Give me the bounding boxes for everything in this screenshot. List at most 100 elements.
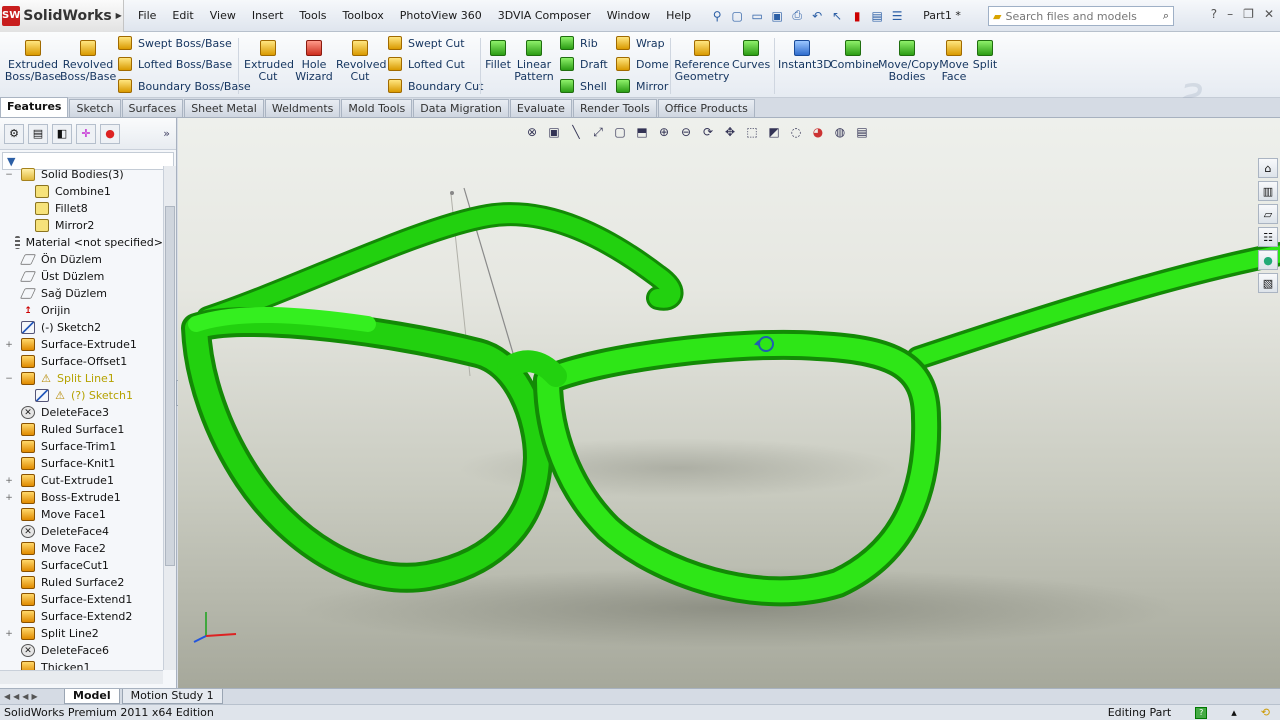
tab-sheet-metal[interactable]: Sheet Metal — [184, 99, 264, 117]
tab-evaluate[interactable]: Evaluate — [509, 99, 572, 117]
tree-item[interactable]: ✕ DeleteFace4 — [0, 523, 163, 540]
tab-motion-study[interactable]: Motion Study 1 — [121, 689, 223, 704]
rotate-icon[interactable]: ⟳ — [699, 124, 717, 140]
tree-item[interactable]: Fillet8 — [0, 200, 163, 217]
boundary-cut-button[interactable]: Boundary Cut — [388, 79, 483, 93]
tree-item[interactable]: Surface-Offset1 — [0, 353, 163, 370]
zoom-to-area-icon[interactable]: ▣ — [545, 124, 563, 140]
tree-item[interactable]: Mirror2 — [0, 217, 163, 234]
tree-item[interactable]: − Solid Bodies(3) — [0, 166, 163, 183]
rebuild-status-icon[interactable]: ⟲ — [1261, 706, 1270, 719]
wrap-button[interactable]: Wrap — [616, 36, 665, 50]
draft-button[interactable]: Draft — [560, 57, 608, 71]
search-box[interactable]: ▰ Search files and models ⌕ — [988, 6, 1174, 26]
view-palette-icon[interactable]: ☷ — [1258, 227, 1278, 247]
tree-item[interactable]: + Split Line2 — [0, 625, 163, 642]
print-icon[interactable]: ⎙ — [789, 8, 805, 24]
extruded-boss-button[interactable]: Extruded Boss/Base — [4, 40, 62, 83]
menu-3dvia[interactable]: 3DVIA Composer — [490, 9, 599, 22]
close-icon[interactable]: ✕ — [1264, 7, 1274, 21]
tree-item[interactable]: Surface-Trim1 — [0, 438, 163, 455]
curves-button[interactable]: Curves — [732, 40, 770, 71]
tab-navigation-arrows[interactable]: ◀◀◀▶ — [4, 692, 64, 701]
menu-toolbox[interactable]: Toolbox — [335, 9, 392, 22]
mirror-button[interactable]: Mirror — [616, 79, 668, 93]
expand-toggle-icon[interactable]: + — [4, 629, 14, 639]
configuration-manager-tab-icon[interactable]: ◧ — [52, 123, 72, 144]
dimxpert-tab-icon[interactable]: ✛ — [76, 123, 96, 144]
display-style-icon[interactable]: ◩ — [765, 124, 783, 140]
revolved-boss-button[interactable]: Revolved Boss/Base — [60, 40, 116, 83]
expand-toggle-icon[interactable]: + — [4, 340, 14, 350]
restore-icon[interactable]: ❐ — [1243, 7, 1254, 21]
tree-item[interactable]: ✕ DeleteFace3 — [0, 404, 163, 421]
tree-horizontal-scrollbar[interactable] — [0, 670, 163, 684]
undo-icon[interactable]: ↶ — [809, 8, 825, 24]
tab-features[interactable]: Features — [0, 97, 69, 117]
pin-icon[interactable]: ⚲ — [709, 8, 725, 24]
home-icon[interactable]: ⌂ — [1258, 158, 1278, 178]
tree-item[interactable]: − ⚠ Split Line1 — [0, 370, 163, 387]
tree-item[interactable]: Move Face1 — [0, 506, 163, 523]
expand-status-icon[interactable]: ▴ — [1231, 706, 1237, 719]
menu-insert[interactable]: Insert — [244, 9, 292, 22]
boundary-boss-button[interactable]: Boundary Boss/Base — [118, 79, 251, 93]
search-input[interactable]: Search files and models — [1005, 10, 1136, 23]
tree-item[interactable]: + Surface-Extrude1 — [0, 336, 163, 353]
instant3d-button[interactable]: Instant3D — [778, 40, 832, 71]
minimize-icon[interactable]: – — [1227, 7, 1233, 21]
expand-toggle-icon[interactable]: + — [4, 493, 14, 503]
tree-item[interactable]: Surface-Extend1 — [0, 591, 163, 608]
options-icon[interactable]: ☰ — [889, 8, 905, 24]
display-manager-tab-icon[interactable]: ● — [100, 123, 120, 144]
pan-icon[interactable]: ✥ — [721, 124, 739, 140]
tree-item[interactable]: Ruled Surface1 — [0, 421, 163, 438]
tab-model[interactable]: Model — [64, 689, 120, 704]
save-icon[interactable]: ▣ — [769, 8, 785, 24]
tree-item[interactable]: ⚠ (?) Sketch1 — [0, 387, 163, 404]
hole-wizard-button[interactable]: Hole Wizard — [292, 40, 336, 83]
expand-toggle-icon[interactable]: − — [4, 170, 14, 180]
reference-geometry-button[interactable]: Reference Geometry — [674, 40, 730, 83]
menu-window[interactable]: Window — [599, 9, 658, 22]
edit-appearance-icon[interactable]: ◕ — [809, 124, 827, 140]
new-document-icon[interactable]: ▢ — [729, 8, 745, 24]
feature-manager-tab-icon[interactable]: ⚙ — [4, 123, 24, 144]
open-folder-icon[interactable]: ▭ — [749, 8, 765, 24]
expand-toggle-icon[interactable]: + — [4, 476, 14, 486]
apply-scene-icon[interactable]: ◍ — [831, 124, 849, 140]
tree-item[interactable]: Move Face2 — [0, 540, 163, 557]
linear-pattern-button[interactable]: Linear Pattern — [514, 40, 554, 83]
select-icon[interactable]: ⤢ — [589, 124, 607, 140]
file-explorer-icon[interactable]: ▱ — [1258, 204, 1278, 224]
tree-item[interactable]: Sağ Düzlem — [0, 285, 163, 302]
tree-item[interactable]: Material <not specified> — [0, 234, 163, 251]
revolved-cut-button[interactable]: Revolved Cut — [336, 40, 386, 83]
rib-button[interactable]: Rib — [560, 36, 598, 50]
tree-item[interactable]: Thicken1 — [0, 659, 163, 670]
combine-button[interactable]: Combine — [830, 40, 879, 71]
zoom-in-icon[interactable]: ⊕ — [655, 124, 673, 140]
tree-item[interactable]: Ön Düzlem — [0, 251, 163, 268]
design-library-icon[interactable]: ▥ — [1258, 181, 1278, 201]
fillet-button[interactable]: Fillet — [484, 40, 512, 71]
shell-button[interactable]: Shell — [560, 79, 607, 93]
view-settings-icon[interactable]: ▤ — [853, 124, 871, 140]
tab-sketch[interactable]: Sketch — [69, 99, 121, 117]
measure-icon[interactable]: ╲ — [567, 124, 585, 140]
glasses-model[interactable] — [178, 118, 1280, 688]
quick-tips-icon[interactable]: ? — [1195, 706, 1208, 719]
scrollbar-thumb[interactable] — [165, 206, 175, 566]
rebuild-icon[interactable]: ▮ — [849, 8, 865, 24]
hide-show-icon[interactable]: ◌ — [787, 124, 805, 140]
tree-item[interactable]: Combine1 — [0, 183, 163, 200]
search-icon[interactable]: ⌕ — [1163, 9, 1169, 23]
move-face-button[interactable]: Move Face — [938, 40, 970, 83]
swept-cut-button[interactable]: Swept Cut — [388, 36, 465, 50]
tree-item[interactable]: + Cut-Extrude1 — [0, 472, 163, 489]
move-copy-bodies-button[interactable]: Move/Copy Bodies — [878, 40, 939, 83]
menu-edit[interactable]: Edit — [164, 9, 201, 22]
tree-item[interactable]: Üst Düzlem — [0, 268, 163, 285]
select-arrow-icon[interactable]: ↖ — [829, 8, 845, 24]
menu-tools[interactable]: Tools — [291, 9, 334, 22]
